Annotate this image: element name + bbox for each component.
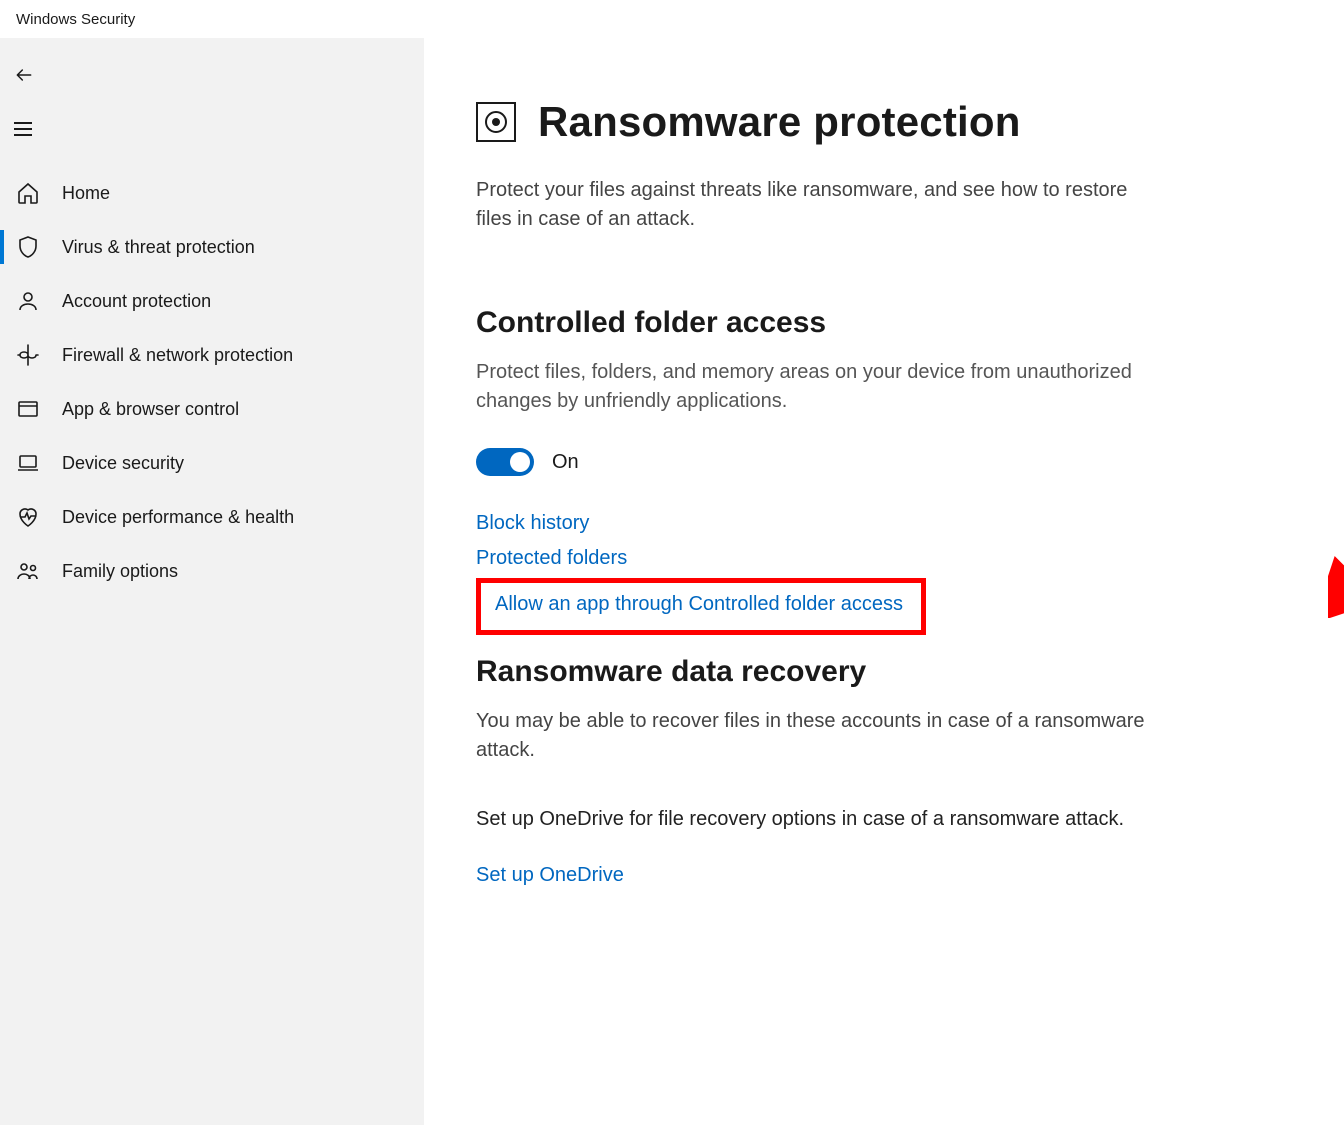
toggle-knob — [510, 452, 530, 472]
nav-list: Home Virus & threat protection Account p… — [0, 166, 424, 598]
hamburger-icon — [14, 122, 32, 136]
annotation-arrow-icon — [1328, 508, 1344, 618]
highlight-allow-app: Allow an app through Controlled folder a… — [476, 578, 926, 635]
nav-label: App & browser control — [62, 399, 239, 420]
sidebar-item-device-security[interactable]: Device security — [0, 436, 424, 490]
cfa-heading: Controlled folder access — [476, 306, 1294, 340]
sidebar-item-firewall[interactable]: Firewall & network protection — [0, 328, 424, 382]
nav-label: Account protection — [62, 291, 211, 312]
link-allow-app[interactable]: Allow an app through Controlled folder a… — [495, 593, 903, 615]
back-arrow-icon — [14, 65, 34, 85]
main-content: Ransomware protection Protect your files… — [424, 38, 1344, 1125]
sidebar-item-virus-threat[interactable]: Virus & threat protection — [0, 220, 424, 274]
sidebar-item-home[interactable]: Home — [0, 166, 424, 220]
nav-label: Home — [62, 183, 110, 204]
back-button[interactable] — [0, 48, 424, 102]
nav-label: Device security — [62, 453, 184, 474]
recovery-heading: Ransomware data recovery — [476, 655, 1294, 689]
page-title: Ransomware protection — [538, 98, 1021, 146]
shield-icon — [14, 233, 42, 261]
link-protected-folders[interactable]: Protected folders — [476, 547, 627, 570]
network-icon — [14, 341, 42, 369]
cfa-toggle-label: On — [552, 451, 579, 474]
cfa-toggle[interactable] — [476, 448, 534, 476]
cfa-desc: Protect files, folders, and memory areas… — [476, 358, 1156, 416]
family-icon — [14, 557, 42, 585]
nav-label: Firewall & network protection — [62, 345, 293, 366]
cfa-toggle-row: On — [476, 448, 1294, 476]
sidebar-item-family[interactable]: Family options — [0, 544, 424, 598]
cfa-links: Block history Protected folders Allow an… — [476, 512, 1294, 635]
sidebar-item-performance[interactable]: Device performance & health — [0, 490, 424, 544]
recovery-desc: You may be able to recover files in thes… — [476, 707, 1156, 765]
hamburger-button[interactable] — [0, 102, 424, 156]
nav-label: Virus & threat protection — [62, 237, 255, 258]
app-title: Windows Security — [16, 11, 135, 28]
sidebar-item-app-browser[interactable]: App & browser control — [0, 382, 424, 436]
person-icon — [14, 287, 42, 315]
laptop-icon — [14, 449, 42, 477]
home-icon — [14, 179, 42, 207]
browser-icon — [14, 395, 42, 423]
ransomware-icon — [476, 102, 516, 142]
page-heading: Ransomware protection — [476, 98, 1294, 146]
page-intro: Protect your files against threats like … — [476, 176, 1156, 234]
heart-icon — [14, 503, 42, 531]
sidebar: Home Virus & threat protection Account p… — [0, 38, 424, 1125]
link-setup-onedrive[interactable]: Set up OneDrive — [476, 864, 624, 886]
sidebar-item-account[interactable]: Account protection — [0, 274, 424, 328]
nav-label: Device performance & health — [62, 507, 294, 528]
titlebar: Windows Security — [0, 0, 1344, 38]
nav-label: Family options — [62, 561, 178, 582]
recovery-setup-text: Set up OneDrive for file recovery option… — [476, 805, 1156, 834]
link-block-history[interactable]: Block history — [476, 512, 589, 535]
